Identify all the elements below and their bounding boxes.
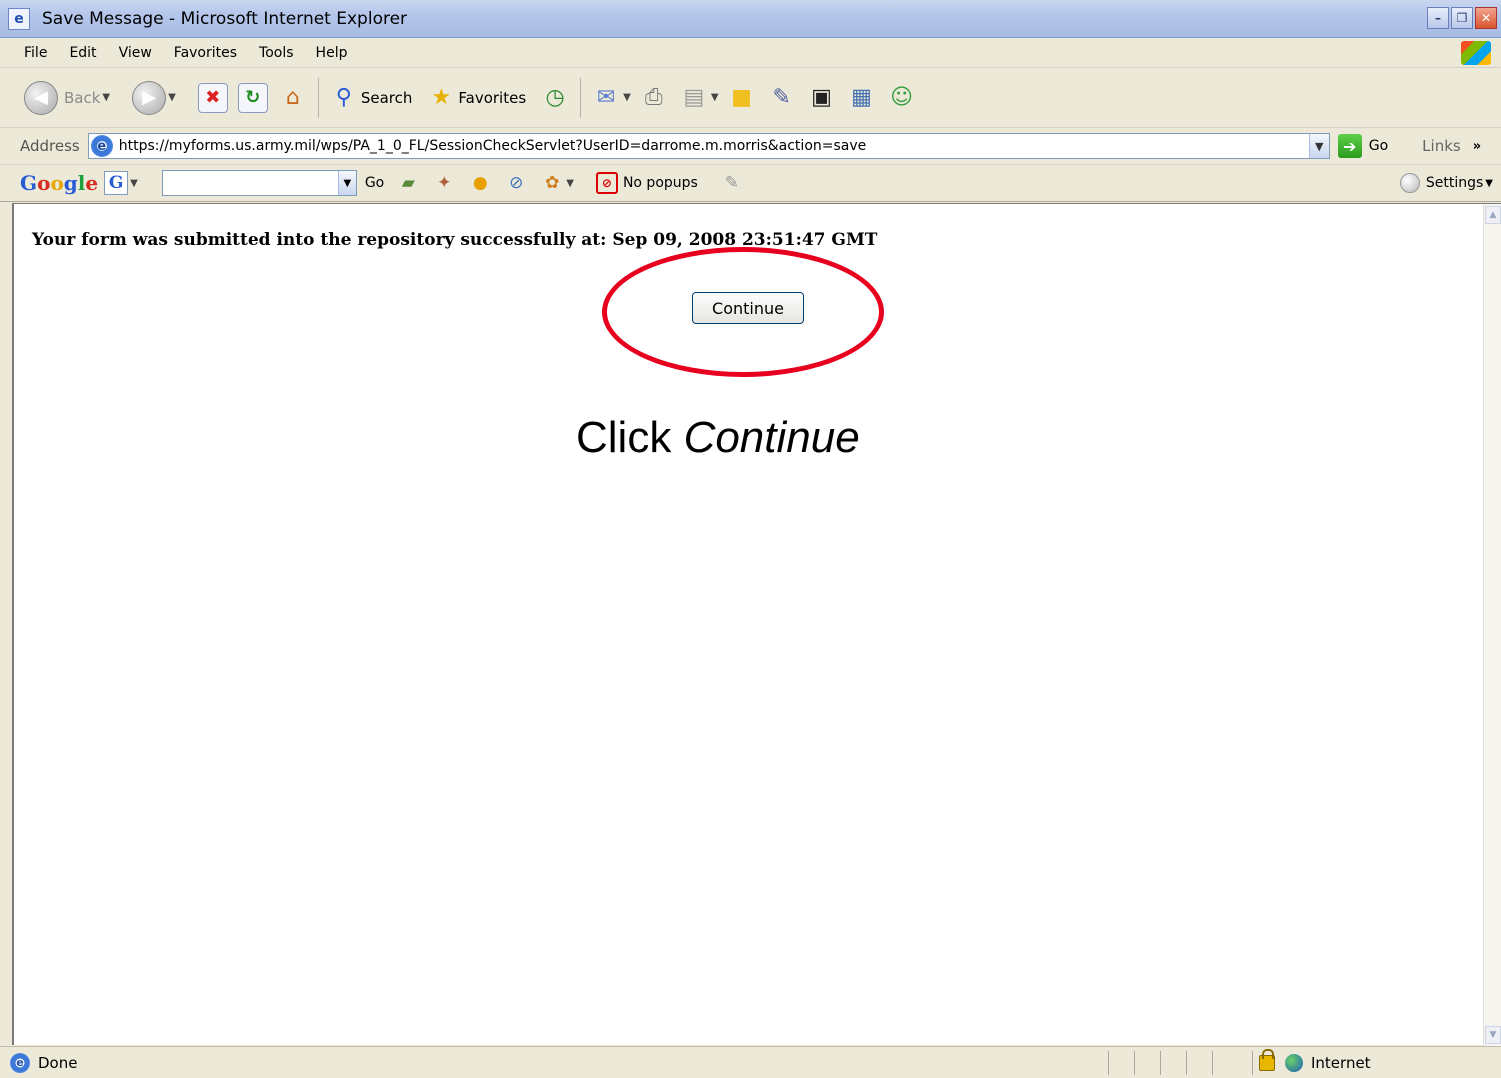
edit-icon[interactable]: ▤: [679, 83, 709, 113]
status-text: Done: [38, 1053, 78, 1072]
messenger-people-icon[interactable]: ☺: [887, 83, 917, 113]
menu-edit[interactable]: Edit: [69, 45, 96, 61]
menu-file[interactable]: File: [24, 45, 47, 61]
status-bar: e Done Internet: [0, 1046, 1501, 1078]
forward-arrow-icon: ▶: [132, 80, 167, 115]
popup-blocker-button[interactable]: ⊘ No popups: [595, 172, 698, 194]
search-button[interactable]: ⚲ Search: [329, 83, 413, 113]
print-icon[interactable]: ⎙: [639, 83, 669, 113]
menu-help[interactable]: Help: [316, 45, 348, 61]
chevron-down-icon[interactable]: ▼: [130, 178, 138, 189]
chevron-down-icon: ▼: [1485, 177, 1493, 189]
address-dropdown-icon[interactable]: ▼: [1308, 134, 1329, 158]
back-arrow-icon: ◀: [24, 80, 58, 115]
back-label: Back: [64, 88, 101, 107]
links-button[interactable]: Links: [1422, 137, 1461, 155]
forward-button[interactable]: ▶ ▼: [132, 80, 184, 115]
scroll-down-icon[interactable]: ▼: [1485, 1026, 1501, 1044]
status-panes: [1108, 1051, 1238, 1075]
page-icon: e: [90, 135, 113, 157]
annotation-highlight-ellipse: [602, 247, 884, 377]
favorites-button[interactable]: ★ Favorites: [426, 83, 527, 113]
search-icon: ⚲: [335, 85, 352, 110]
nopopups-label: No popups: [622, 175, 698, 191]
minimize-button[interactable]: –: [1427, 7, 1449, 29]
compass-icon[interactable]: ⊘: [504, 171, 528, 195]
zone-label: Internet: [1311, 1054, 1371, 1072]
menu-bar: File Edit View Favorites Tools Help: [0, 38, 1501, 68]
address-label: Address: [20, 137, 80, 155]
address-url[interactable]: https://myforms.us.army.mil/wps/PA_1_0_F…: [119, 138, 867, 154]
chevron-down-icon[interactable]: ▼: [623, 92, 631, 103]
highlighter-icon[interactable]: ✎: [720, 171, 744, 195]
address-input[interactable]: e https://myforms.us.army.mil/wps/PA_1_0…: [87, 133, 1330, 159]
menu-tools[interactable]: Tools: [259, 45, 294, 61]
favorites-label: Favorites: [458, 88, 527, 107]
toolbar-separator: [580, 77, 582, 118]
maximize-button[interactable]: ❐: [1451, 7, 1473, 29]
news-icon[interactable]: ✦: [432, 171, 456, 195]
globe-icon: [1285, 1054, 1303, 1072]
chevron-down-icon[interactable]: ▼: [711, 92, 719, 103]
window-title: Save Message - Microsoft Internet Explor…: [42, 8, 408, 29]
smiley-icon[interactable]: ●: [468, 171, 492, 195]
close-button[interactable]: ✕: [1475, 7, 1497, 29]
google-menu-icon[interactable]: G: [104, 171, 129, 195]
page-status-icon: e: [10, 1052, 30, 1073]
page-viewport: Your form was submitted into the reposit…: [12, 203, 1501, 1046]
mail-icon[interactable]: ✉: [591, 83, 621, 113]
vertical-scrollbar[interactable]: ▲ ▼: [1483, 204, 1501, 1046]
history-icon[interactable]: ◷: [540, 83, 570, 113]
go-arrow-icon: ➔: [1337, 134, 1362, 158]
stop-icon[interactable]: ✖: [197, 82, 228, 113]
back-button[interactable]: ◀ Back ▼: [24, 80, 118, 115]
windows-logo-icon: [1461, 41, 1491, 65]
image-search-icon[interactable]: ▰: [396, 171, 420, 195]
security-zone[interactable]: Internet: [1252, 1049, 1371, 1075]
window-controls: – ❐ ✕: [1427, 7, 1497, 29]
standard-toolbar: ◀ Back ▼ ▶ ▼ ✖ ↻ ⌂ ⚲ Search ★ Favorites …: [0, 68, 1501, 128]
menu-view[interactable]: View: [119, 45, 152, 61]
google-go-button[interactable]: Go: [365, 175, 384, 191]
go-button[interactable]: ➔ Go: [1337, 134, 1389, 158]
chevron-right-icon[interactable]: »: [1473, 139, 1481, 154]
google-settings-button[interactable]: Settings ▼: [1399, 173, 1493, 193]
toolbar-separator: [317, 77, 319, 118]
home-icon[interactable]: ⌂: [278, 83, 308, 113]
go-label: Go: [1368, 138, 1389, 154]
media-icon[interactable]: ▣: [807, 83, 837, 113]
refresh-icon[interactable]: ↻: [237, 82, 268, 113]
google-logo[interactable]: Google: [20, 171, 98, 195]
star-icon: ★: [431, 85, 452, 110]
menu-favorites[interactable]: Favorites: [174, 45, 237, 61]
google-toolbar: Google G ▼ ▼ Go ▰ ✦ ● ⊘ ✿ ▼ ⊘ No popups …: [0, 165, 1501, 202]
search-label: Search: [360, 88, 413, 107]
settings-label: Settings: [1425, 175, 1484, 191]
puzzle-icon[interactable]: ✿: [540, 171, 564, 195]
chevron-down-icon[interactable]: ▼: [566, 178, 574, 189]
lock-icon: [1259, 1049, 1275, 1071]
search-dropdown-icon[interactable]: ▼: [337, 171, 356, 195]
address-bar: Address e https://myforms.us.army.mil/wp…: [0, 128, 1501, 165]
messenger-book-icon[interactable]: ▦: [847, 83, 877, 113]
settings-icon: [1399, 173, 1420, 193]
ie-icon[interactable]: e: [8, 7, 30, 30]
note-icon[interactable]: ■: [727, 83, 757, 113]
popup-blocker-icon: ⊘: [595, 172, 618, 194]
chevron-down-icon[interactable]: ▼: [102, 92, 110, 103]
google-search-input[interactable]: ▼: [161, 170, 357, 196]
title-bar: e Save Message - Microsoft Internet Expl…: [0, 0, 1501, 38]
chevron-down-icon[interactable]: ▼: [168, 92, 176, 103]
instruction-text: Click Continue: [576, 413, 860, 462]
research-icon[interactable]: ✎: [767, 83, 797, 113]
scroll-up-icon[interactable]: ▲: [1485, 206, 1501, 224]
